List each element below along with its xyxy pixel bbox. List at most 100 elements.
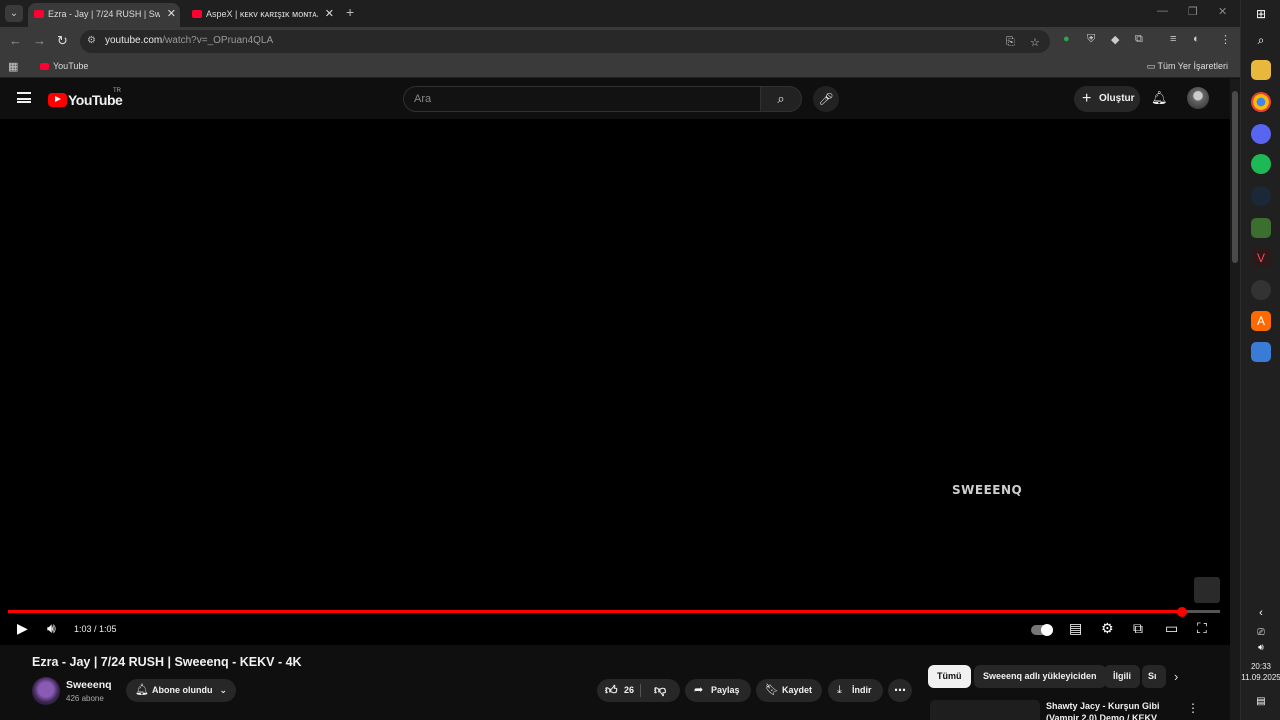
- plus-icon: +: [1082, 90, 1092, 107]
- chip-from-uploader[interactable]: Sweeenq adlı yükleyiciden: [974, 665, 1106, 688]
- save-button[interactable]: 🔖︎ Kaydet: [756, 679, 822, 702]
- extension-diamond-icon[interactable]: ◆: [1111, 33, 1119, 46]
- youtube-play-logo-icon: [48, 92, 67, 107]
- autoplay-toggle[interactable]: [1031, 621, 1053, 637]
- search-icon: ⌕: [777, 91, 785, 106]
- app-blue-icon[interactable]: [1251, 342, 1271, 362]
- discord-icon[interactable]: [1251, 124, 1271, 144]
- chevron-left-icon[interactable]: ‹: [1251, 603, 1271, 623]
- notifications-bell-icon[interactable]: 🔔︎: [1151, 90, 1168, 106]
- settings-gear-icon[interactable]: ⚙: [1101, 620, 1114, 637]
- file-explorer-icon[interactable]: [1251, 60, 1271, 80]
- like-dislike-group: 👍︎ 26 👎︎: [597, 679, 680, 702]
- page-scrollbar[interactable]: [1230, 79, 1240, 720]
- youtube-favicon-icon: [34, 10, 44, 18]
- spotify-icon[interactable]: [1251, 154, 1271, 174]
- bookmark-icon: 🔖︎: [765, 684, 779, 696]
- tab-active[interactable]: Ezra - Jay | 7/24 RUSH | Sweeenq ✕: [28, 3, 180, 27]
- video-watermark: SWEEENQ: [952, 483, 1023, 497]
- steam-icon[interactable]: [1251, 186, 1271, 206]
- windows-taskbar: ⊞ ⌕ V A ‹ ⎚ 🔊︎ 20:33 11.09.2025 ▤: [1240, 0, 1280, 720]
- extensions-icon[interactable]: ⧉: [1135, 33, 1143, 46]
- profile-icon[interactable]: ◐: [1193, 33, 1200, 45]
- apps-grid-icon[interactable]: ▦: [8, 60, 18, 73]
- close-tab-icon[interactable]: ✕: [325, 3, 334, 25]
- youtube-logo[interactable]: YouTube TR: [48, 88, 123, 109]
- close-tab-icon[interactable]: ✕: [167, 3, 176, 25]
- screen: ⌄ Ezra - Jay | 7/24 RUSH | Sweeenq ✕ Asp…: [0, 0, 1280, 720]
- shield-icon[interactable]: ⛨: [1087, 33, 1095, 46]
- miniplayer-icon[interactable]: ⧉: [1133, 620, 1143, 637]
- tab-search-icon[interactable]: ⌄: [5, 5, 23, 22]
- browser-menu-icon[interactable]: ⋮: [1220, 33, 1231, 46]
- chip-partial[interactable]: Sı: [1142, 665, 1166, 688]
- voice-search-button[interactable]: 🎤︎: [813, 86, 839, 112]
- chip-related[interactable]: İlgili: [1104, 665, 1140, 688]
- dislike-icon[interactable]: 👎︎: [654, 679, 666, 702]
- clock[interactable]: 20:33 11.09.2025: [1241, 661, 1280, 683]
- extension-badge-icon[interactable]: ●: [1063, 33, 1070, 45]
- recommendation-menu-icon[interactable]: ⋮: [1187, 701, 1199, 715]
- end-screen-thumbnail[interactable]: [1194, 577, 1220, 603]
- bookmark-youtube[interactable]: YouTube: [40, 61, 88, 71]
- notifications-icon[interactable]: ▤: [1251, 692, 1271, 712]
- video-player[interactable]: SWEEENQ ▶ 🔊︎ 1:03 / 1:05 ▤ ⚙ ⧉ ▭ ⛶: [0, 119, 1230, 645]
- volume-icon[interactable]: 🔊︎: [47, 620, 56, 637]
- like-count[interactable]: 26: [624, 679, 634, 702]
- chip-all[interactable]: Tümü: [928, 665, 971, 688]
- all-bookmarks[interactable]: ▭ Tüm Yer İşaretleri: [1147, 61, 1228, 72]
- search-button[interactable]: ⌕: [760, 86, 802, 112]
- new-tab-icon[interactable]: +: [346, 4, 354, 20]
- fullscreen-icon[interactable]: ⛶: [1197, 620, 1207, 637]
- close-window-icon[interactable]: ✕: [1218, 5, 1227, 18]
- url-text: youtube.com/watch?v=_OPruan4QLA: [105, 35, 274, 46]
- create-button[interactable]: + Oluştur: [1074, 86, 1140, 112]
- minecraft-icon[interactable]: [1251, 218, 1271, 238]
- menu-icon[interactable]: [17, 92, 31, 103]
- valorant-icon[interactable]: V: [1251, 248, 1271, 268]
- recommendation-thumbnail[interactable]: [930, 700, 1040, 720]
- youtube-favicon-icon: [192, 10, 202, 18]
- bookmarks-bar: ▦ YouTube ▭ Tüm Yer İşaretleri: [0, 56, 1240, 78]
- chrome-icon[interactable]: [1251, 92, 1271, 112]
- video-info: Ezra - Jay | 7/24 RUSH | Sweeenq - KEKV …: [0, 645, 1230, 720]
- chevron-right-icon[interactable]: ›: [1174, 669, 1178, 684]
- divider: [640, 684, 641, 697]
- search-input[interactable]: [404, 87, 760, 111]
- chevron-down-icon: ⌄: [219, 685, 227, 695]
- play-icon[interactable]: ▶: [17, 620, 28, 637]
- scrollbar-thumb[interactable]: [1232, 91, 1238, 263]
- more-actions-icon[interactable]: ⋯: [888, 679, 912, 702]
- address-bar[interactable]: ⚙ youtube.com/watch?v=_OPruan4QLA ⎘ ☆: [80, 30, 1050, 53]
- subtitles-icon[interactable]: ▤: [1069, 620, 1082, 637]
- share-icon: ➦: [694, 684, 704, 696]
- like-icon[interactable]: 👍︎: [605, 679, 618, 702]
- progress-bar[interactable]: [8, 606, 1220, 617]
- tab-inactive[interactable]: AspeX | ᴋᴇᴋᴠ ᴋᴀʀɪşɪᴋ ᴍᴏɴᴛᴀᴊ ʙᴏʟ ✕: [186, 3, 338, 27]
- scrubber-handle[interactable]: [1177, 606, 1188, 617]
- share-button[interactable]: ➦ Paylaş: [685, 679, 751, 702]
- bookmark-star-icon[interactable]: ☆: [1030, 36, 1040, 49]
- account-avatar[interactable]: [1187, 87, 1209, 109]
- download-button[interactable]: ⤓ İndir: [828, 679, 883, 702]
- subscribed-button[interactable]: 🔔︎ Abone olundu ⌄: [126, 679, 236, 702]
- reload-icon[interactable]: ↻: [57, 33, 68, 49]
- site-info-icon[interactable]: ⚙: [87, 35, 99, 47]
- restore-icon[interactable]: ❐: [1188, 5, 1198, 18]
- folder-icon: ▭: [1146, 61, 1158, 71]
- install-app-icon[interactable]: ⎘: [1006, 36, 1015, 49]
- windows-start-icon[interactable]: ⊞: [1251, 4, 1271, 24]
- back-icon[interactable]: ←: [9, 33, 22, 48]
- theater-mode-icon[interactable]: ▭: [1165, 620, 1178, 637]
- media-control-icon[interactable]: ≡: [1170, 33, 1176, 45]
- channel-name[interactable]: Sweeenq: [66, 679, 112, 691]
- forward-icon[interactable]: →: [33, 33, 46, 48]
- recommendation-title[interactable]: Shawty Jacy - Kurşun Gibi (Vampir 2.0) D…: [1046, 700, 1171, 720]
- minimize-icon[interactable]: —: [1157, 5, 1168, 17]
- app-orange-icon[interactable]: A: [1251, 311, 1271, 331]
- subscriber-count: 426 abone: [66, 694, 104, 703]
- search-icon[interactable]: ⌕: [1251, 30, 1271, 50]
- app-icon[interactable]: [1251, 280, 1271, 300]
- channel-avatar[interactable]: [32, 677, 60, 705]
- volume-tray-icon[interactable]: 🔊︎: [1251, 637, 1271, 657]
